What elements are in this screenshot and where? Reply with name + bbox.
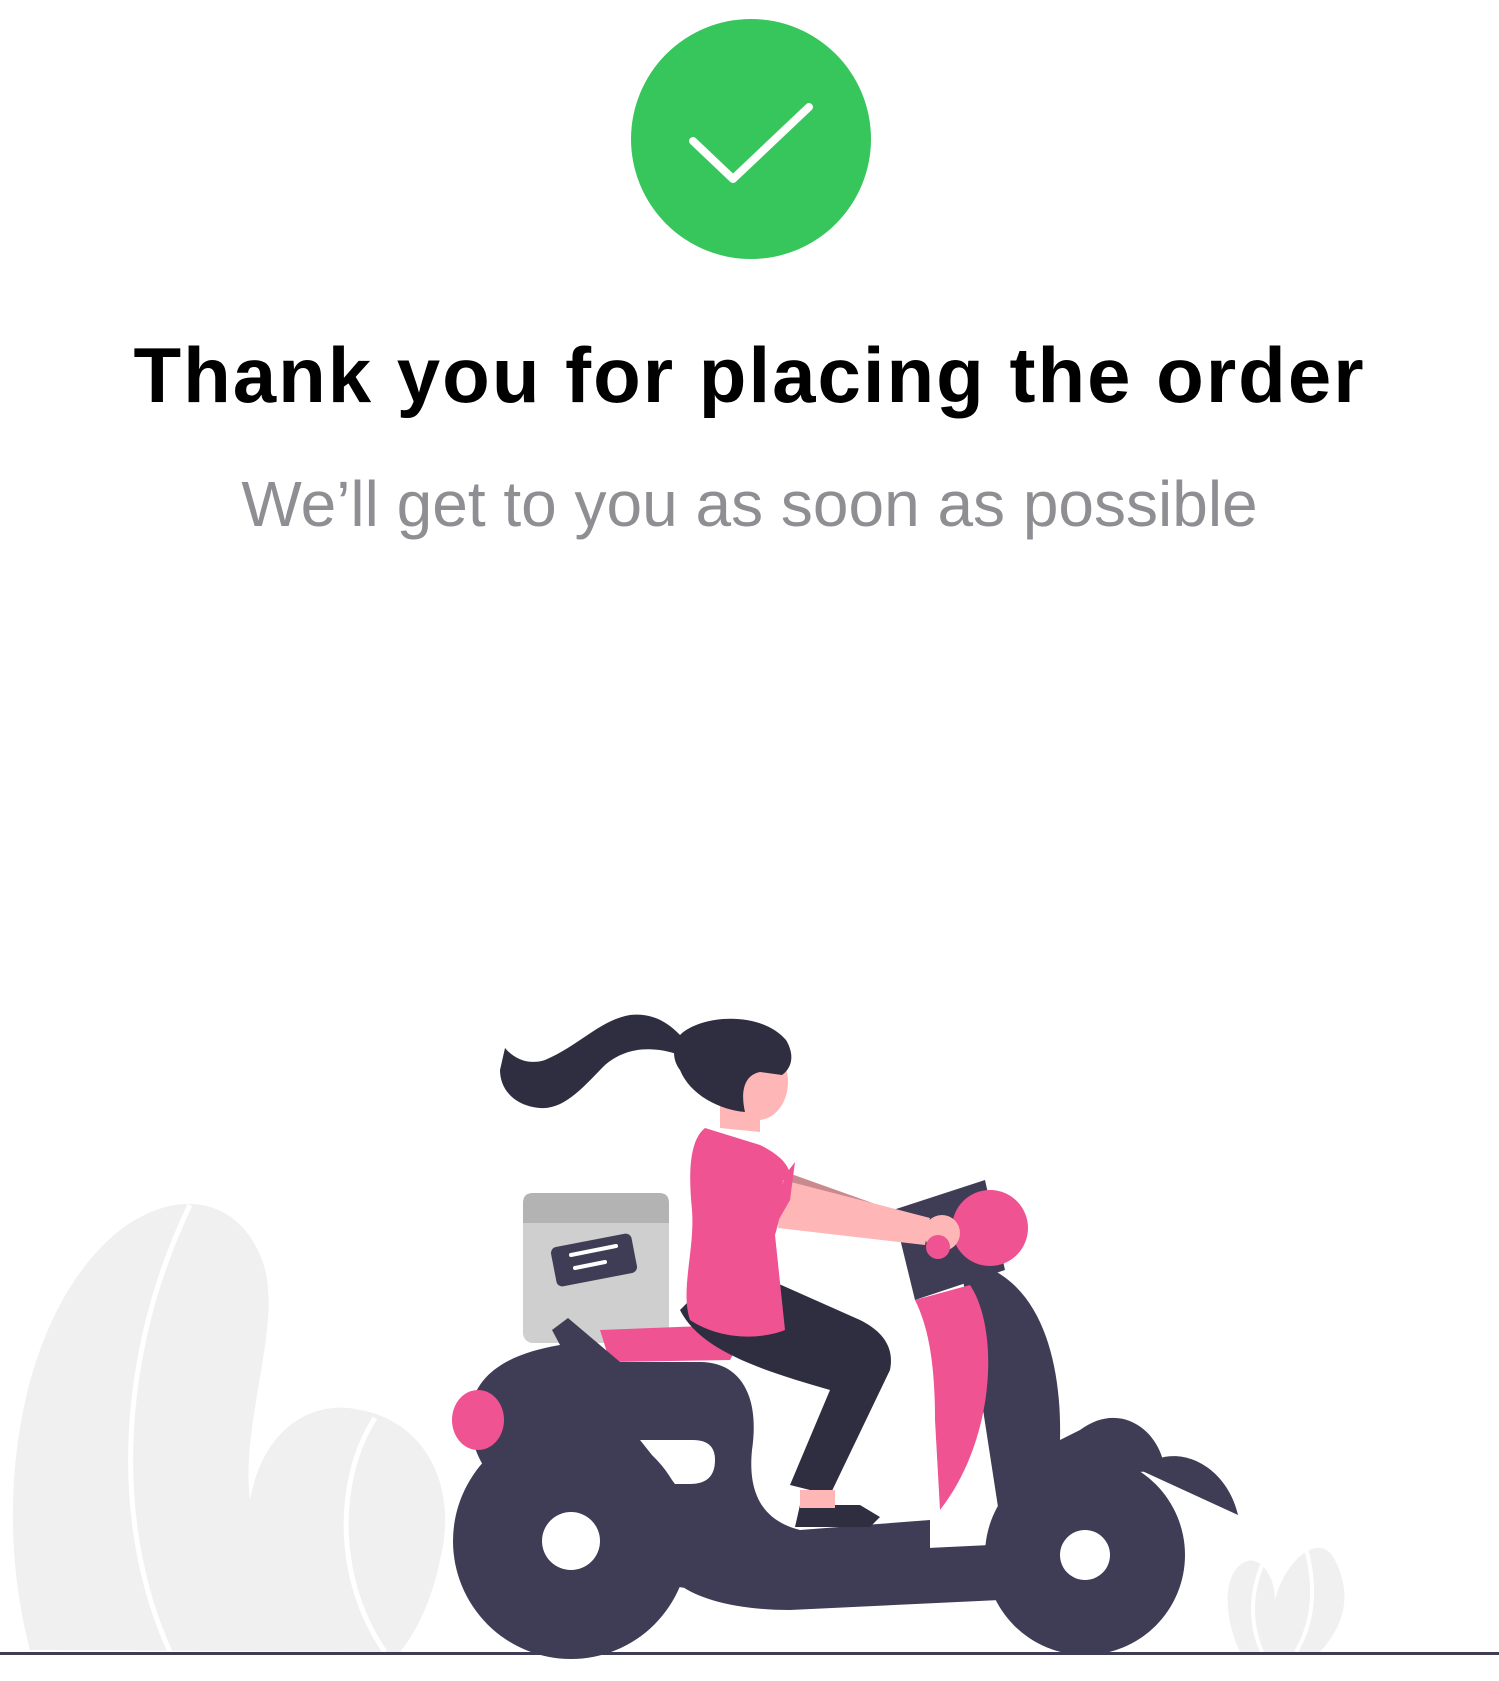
page-subtitle: We’ll get to you as soon as possible	[241, 468, 1258, 540]
plant-right-small	[1227, 1544, 1345, 1654]
delivery-scooter-illustration	[12, 1014, 1345, 1659]
plant-left-large	[12, 1203, 446, 1654]
success-badge	[631, 19, 871, 259]
ground-line	[0, 1652, 1499, 1655]
page-title: Thank you for placing the order	[133, 331, 1366, 419]
checkmark-icon	[689, 103, 813, 183]
delivery-box	[523, 1193, 669, 1343]
